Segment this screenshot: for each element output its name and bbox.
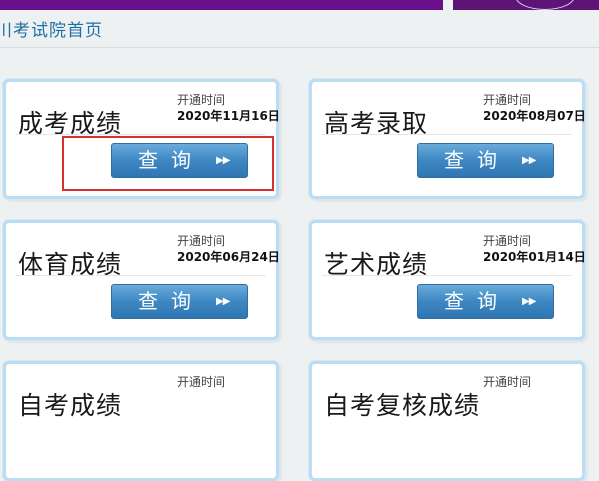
query-button[interactable]: 查询 ▶▶ bbox=[111, 284, 248, 319]
open-date: 2020年06月24日 bbox=[177, 250, 280, 264]
query-button-label: 查询 bbox=[444, 148, 510, 172]
card-self-study-review-score: 自考复核成绩 开通时间 bbox=[309, 361, 585, 481]
open-date: 2020年11月16日 bbox=[177, 109, 280, 123]
card-self-study-score: 自考成绩 开通时间 bbox=[3, 361, 279, 481]
card-title: 自考成绩 bbox=[18, 391, 123, 420]
breadcrumb-divider bbox=[0, 47, 599, 48]
double-chevron-right-icon: ▶▶ bbox=[522, 296, 536, 307]
open-time-label: 开通时间 bbox=[177, 234, 226, 248]
open-time-label: 开通时间 bbox=[483, 375, 532, 389]
card-sports-score: 体育成绩 开通时间 2020年06月24日 查询 ▶▶ bbox=[3, 220, 280, 340]
open-time-label: 开通时间 bbox=[177, 93, 226, 107]
card-divider bbox=[16, 134, 266, 135]
top-banner-logo bbox=[453, 0, 599, 10]
double-chevron-right-icon: ▶▶ bbox=[216, 296, 230, 307]
card-divider bbox=[322, 134, 572, 135]
top-banner bbox=[0, 0, 443, 10]
open-time-label: 开通时间 bbox=[177, 375, 226, 389]
query-button-label: 查询 bbox=[138, 289, 204, 313]
highlight-annotation bbox=[62, 136, 274, 191]
query-button[interactable]: 查询 ▶▶ bbox=[417, 284, 554, 319]
card-divider bbox=[322, 275, 572, 276]
open-date: 2020年08月07日 bbox=[483, 109, 586, 123]
breadcrumb-home-link[interactable]: 川考试院首页 bbox=[0, 20, 103, 42]
card-divider bbox=[16, 275, 266, 276]
card-art-score: 艺术成绩 开通时间 2020年01月14日 查询 ▶▶ bbox=[309, 220, 586, 340]
query-button[interactable]: 查询 ▶▶ bbox=[417, 143, 554, 178]
card-gaokao-admission: 高考录取 开通时间 2020年08月07日 查询 ▶▶ bbox=[309, 79, 586, 199]
double-chevron-right-icon: ▶▶ bbox=[522, 155, 536, 166]
card-title: 自考复核成绩 bbox=[324, 391, 481, 420]
open-date: 2020年01月14日 bbox=[483, 250, 586, 264]
open-time-label: 开通时间 bbox=[483, 234, 532, 248]
query-button-label: 查询 bbox=[444, 289, 510, 313]
open-time-label: 开通时间 bbox=[483, 93, 532, 107]
